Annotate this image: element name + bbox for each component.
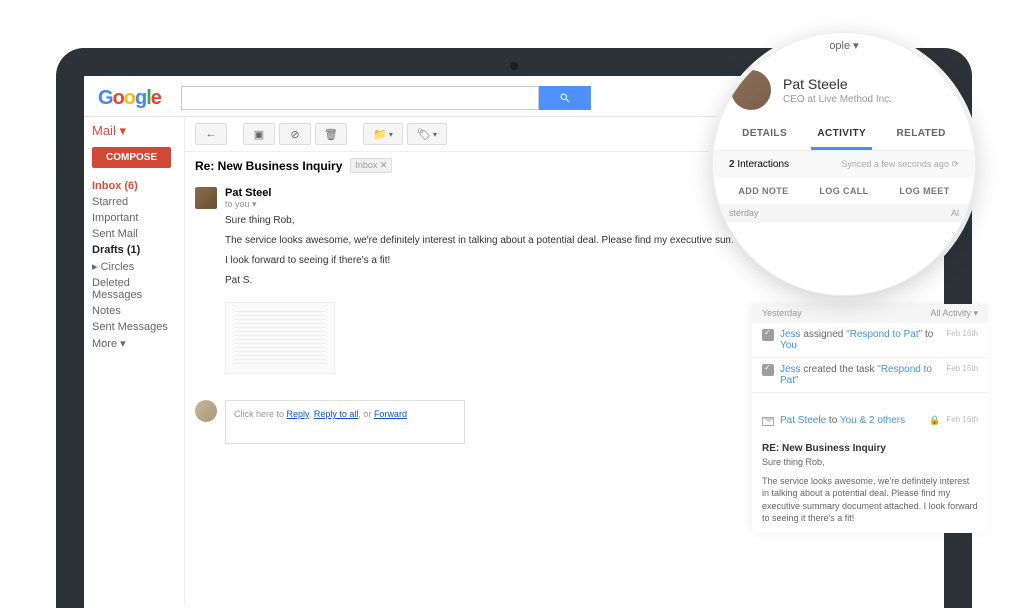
folder-important[interactable]: Important xyxy=(92,210,176,226)
magnifier: ople ▾ Pat Steele CEO at Live Method Inc… xyxy=(712,32,976,296)
back-button[interactable]: ← xyxy=(195,123,227,145)
section-label-yesterday: Yesterday All Activity ▾ xyxy=(752,304,988,323)
activity-date: Feb 16th xyxy=(946,364,978,373)
activity-item-email[interactable]: Pat Steele to You & 2 others 🔒 Feb 16th xyxy=(752,409,988,432)
folder-more[interactable]: More ▾ xyxy=(92,335,176,352)
forward-link[interactable]: Forward xyxy=(374,409,407,419)
email-preview-body: The service looks awesome, we're definit… xyxy=(762,475,978,525)
reply-input[interactable]: Click here to Reply, Reply to all, or Fo… xyxy=(225,400,465,444)
spam-icon: ⊘ xyxy=(290,128,299,141)
delete-button[interactable]: 🗑 xyxy=(315,123,347,145)
move-button[interactable]: 📁▾ xyxy=(363,123,403,145)
log-call-button[interactable]: LOG CALL xyxy=(819,186,868,196)
compose-button[interactable]: COMPOSE xyxy=(92,147,171,168)
spam-button[interactable]: ⊘ xyxy=(279,123,311,145)
activity-item-created[interactable]: Jess created the task "Respond to Pat" F… xyxy=(752,358,988,393)
interactions-count: 2 Interactions xyxy=(729,159,789,170)
search-button[interactable] xyxy=(539,86,591,110)
trash-icon: 🗑 xyxy=(324,128,338,141)
people-dropdown[interactable]: ople ▾ xyxy=(829,39,858,52)
lock-icon: 🔒 xyxy=(929,415,940,426)
folder-drafts[interactable]: Drafts (1) xyxy=(92,242,176,258)
email-preview-subject: RE: New Business Inquiry xyxy=(762,443,978,454)
tag-icon: 🏷 xyxy=(417,128,431,141)
sidebar: Mail ▾ COMPOSE Inbox (6) Starred Importa… xyxy=(84,117,184,605)
reply-link[interactable]: Reply xyxy=(287,409,309,419)
attachment-preview[interactable] xyxy=(225,302,335,374)
folder-inbox[interactable]: Inbox (6) xyxy=(92,178,176,194)
folder-deleted[interactable]: Deleted Messages xyxy=(92,275,176,303)
check-icon xyxy=(762,364,774,376)
activity-item-assigned[interactable]: Jess assigned "Respond to Pat" to You Fe… xyxy=(752,323,988,358)
email-subject: Re: New Business Inquiry xyxy=(195,159,342,173)
labels-button[interactable]: 🏷▾ xyxy=(407,123,447,145)
synced-label[interactable]: Synced a few seconds ago ⟳ xyxy=(841,159,959,170)
tab-details[interactable]: DETAILS xyxy=(736,120,793,150)
crm-panel: Yesterday All Activity ▾ Jess assigned "… xyxy=(752,304,988,533)
search-icon xyxy=(559,92,571,104)
activity-filter-dropdown[interactable]: All Activity ▾ xyxy=(930,308,978,319)
email-preview-line1: Sure thing Rob, xyxy=(762,456,978,469)
camera-dot xyxy=(510,62,518,70)
envelope-icon xyxy=(762,417,774,426)
log-meeting-button[interactable]: LOG MEET xyxy=(899,186,949,196)
activity-text: Jess created the task "Respond to Pat" xyxy=(780,364,940,386)
archive-button[interactable]: ▣ xyxy=(243,123,275,145)
google-logo[interactable]: Google xyxy=(98,87,161,110)
activity-email-preview[interactable]: RE: New Business Inquiry Sure thing Rob,… xyxy=(752,432,988,533)
profile-row: Pat Steele CEO at Live Method Inc. xyxy=(713,64,975,120)
reply-avatar xyxy=(195,400,217,422)
check-icon xyxy=(762,329,774,341)
profile-title: Pat Steele CEO at Live Method Inc. xyxy=(783,76,892,105)
folder-sentmail[interactable]: Sent Mail xyxy=(92,226,176,242)
archive-icon: ▣ xyxy=(254,128,264,141)
action-row: ADD NOTE LOG CALL LOG MEET xyxy=(713,178,975,204)
folder-starred[interactable]: Starred xyxy=(92,194,176,210)
profile-role: CEO at Live Method Inc. xyxy=(783,94,892,105)
activity-text: Pat Steele to You & 2 others xyxy=(780,415,923,426)
search-wrap xyxy=(181,86,591,110)
folder-icon: 📁 xyxy=(373,128,387,141)
profile-tabs: DETAILS ACTIVITY RELATED xyxy=(713,120,975,151)
activity-date: Feb 16th xyxy=(946,329,978,338)
activity-text: Jess assigned "Respond to Pat" to You xyxy=(780,329,940,351)
tab-activity[interactable]: ACTIVITY xyxy=(811,120,872,150)
search-input[interactable] xyxy=(181,86,539,110)
mail-dropdown[interactable]: Mail ▾ xyxy=(92,123,176,139)
tab-related[interactable]: RELATED xyxy=(891,120,952,150)
reply-all-link[interactable]: Reply to all xyxy=(314,409,359,419)
sender-avatar[interactable] xyxy=(195,187,217,209)
folder-notes[interactable]: Notes xyxy=(92,303,176,319)
activity-date: Feb 16th xyxy=(946,415,978,424)
folder-sentmessages[interactable]: Sent Messages xyxy=(92,319,176,335)
interactions-row: 2 Interactions Synced a few seconds ago … xyxy=(713,151,975,178)
magnifier-section: sterday Al xyxy=(713,204,975,222)
folder-circles[interactable]: ▸ Circles xyxy=(92,258,176,275)
inbox-tag[interactable]: Inbox ✕ xyxy=(350,158,392,173)
add-note-button[interactable]: ADD NOTE xyxy=(738,186,788,196)
profile-name: Pat Steele xyxy=(783,76,892,92)
